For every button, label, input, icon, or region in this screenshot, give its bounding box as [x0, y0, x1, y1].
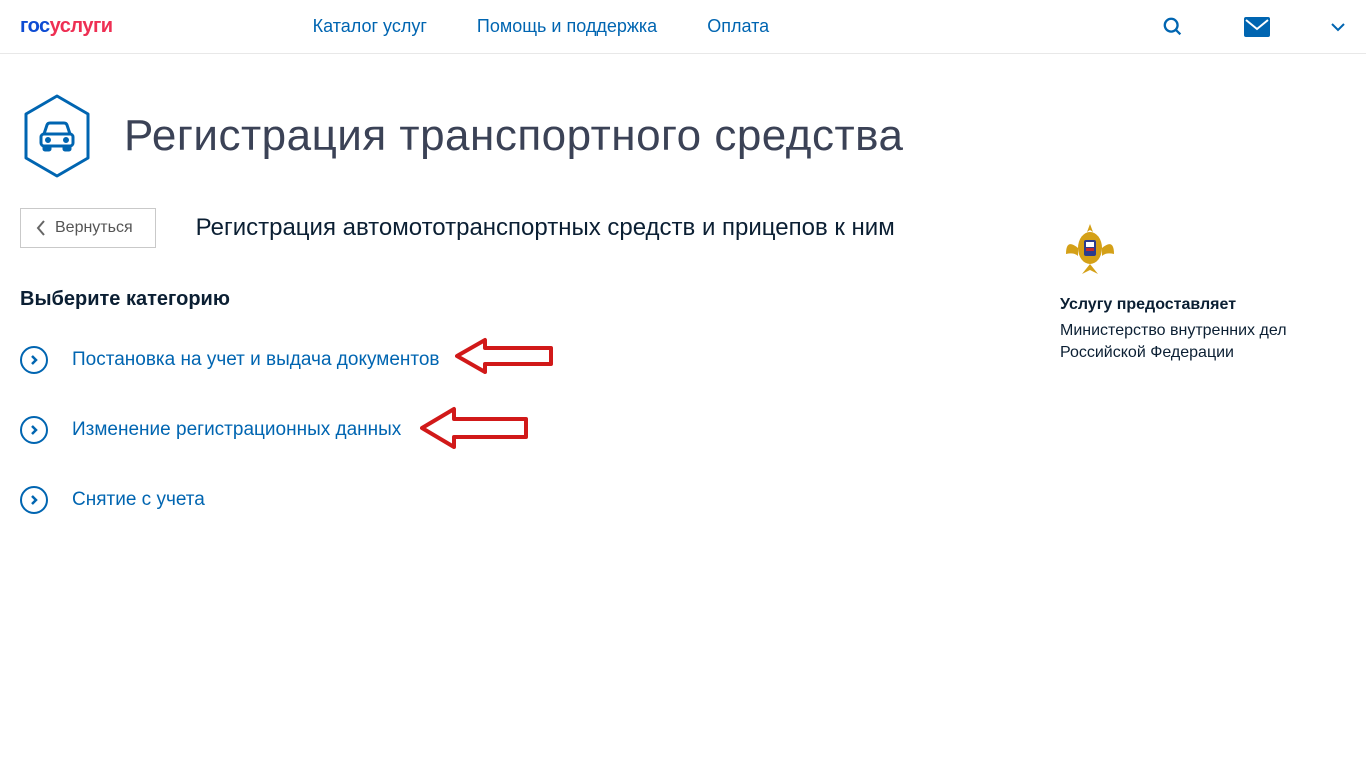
annotation-arrow-icon: [420, 404, 530, 452]
category-link-change[interactable]: Изменение регистрационных данных: [72, 419, 401, 441]
header: госуслуги Каталог услуг Помощь и поддерж…: [0, 0, 1366, 54]
chevron-left-icon: [35, 219, 47, 237]
nav-payment[interactable]: Оплата: [707, 16, 769, 37]
subtitle: Регистрация автомототранспортных средств…: [196, 214, 895, 242]
nav-catalog[interactable]: Каталог услуг: [313, 16, 427, 37]
main-nav: Каталог услуг Помощь и поддержка Оплата: [313, 16, 770, 37]
annotation-arrow-icon: [455, 334, 555, 378]
logo[interactable]: госуслуги: [20, 15, 113, 38]
nav-support[interactable]: Помощь и поддержка: [477, 16, 657, 37]
choose-category-label: Выберите категорию: [20, 288, 1020, 311]
car-hex-icon: [20, 94, 94, 178]
provider-panel: Услугу предоставляет Министерство внутре…: [1060, 208, 1340, 514]
back-button[interactable]: Вернуться: [20, 208, 156, 248]
category-item-change: Изменение регистрационных данных: [20, 416, 1020, 444]
content: Вернуться Регистрация автомототранспортн…: [0, 208, 1366, 514]
provider-label: Услугу предоставляет: [1060, 296, 1340, 314]
page-header: Регистрация транспортного средства: [0, 54, 1366, 208]
subheader-row: Вернуться Регистрация автомототранспортн…: [20, 208, 1020, 248]
category-item-remove: Снятие с учета: [20, 486, 1020, 514]
page-title: Регистрация транспортного средства: [124, 111, 903, 161]
category-link-remove[interactable]: Снятие с учета: [72, 489, 205, 511]
chevron-right-icon: [20, 346, 48, 374]
chevron-right-icon: [20, 486, 48, 514]
provider-emblem-icon: [1060, 218, 1120, 278]
search-icon[interactable]: [1162, 16, 1184, 38]
category-link-register[interactable]: Постановка на учет и выдача документов: [72, 349, 440, 371]
category-item-register: Постановка на учет и выдача документов: [20, 346, 1020, 374]
main-column: Вернуться Регистрация автомототранспортн…: [20, 208, 1020, 514]
category-list: Постановка на учет и выдача документов И…: [20, 346, 1020, 514]
mail-icon[interactable]: [1244, 17, 1270, 37]
chevron-down-icon[interactable]: [1330, 22, 1346, 32]
back-label: Вернуться: [55, 219, 133, 237]
chevron-right-icon: [20, 416, 48, 444]
header-actions: [1162, 16, 1346, 38]
provider-name: Министерство внутренних дел Российской Ф…: [1060, 320, 1340, 365]
